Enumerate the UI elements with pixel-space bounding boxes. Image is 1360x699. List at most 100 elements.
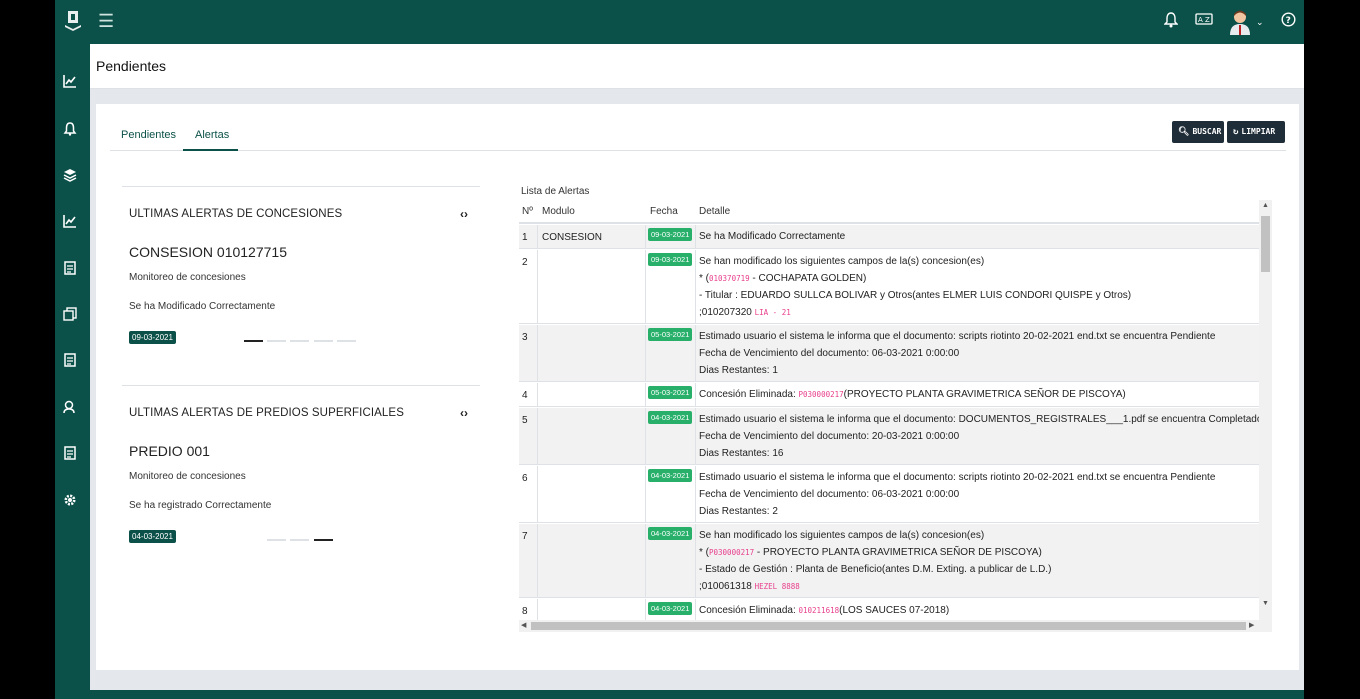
detail-text: Estimado usuario el sistema le informa q…	[699, 331, 1216, 342]
panel-date-badge: 09-03-2021	[129, 331, 176, 344]
scrollbar-thumb[interactable]	[1261, 216, 1270, 272]
detail-text: Dias Restantes: 2	[699, 506, 778, 517]
clear-button[interactable]: ↻ LIMPIAR	[1227, 121, 1285, 143]
detail-text: - Estado de Gestión : Planta de Benefici…	[699, 564, 1052, 575]
table-header: Nº Modulo Fecha Detalle	[519, 200, 1259, 224]
cell-no: 2	[519, 250, 538, 323]
cell-no: 3	[519, 325, 538, 381]
svg-text:A: A	[1198, 16, 1203, 24]
cell-detail: Concesión Eliminada: P030000217(PROYECTO…	[696, 383, 1259, 406]
search-button[interactable]: 🔍︎ BUSCAR	[1172, 121, 1224, 143]
concesiones-alert-panel: ULTIMAS ALERTAS DE CONCESIONES ‹› CONSES…	[122, 186, 480, 385]
detail-line: Se ha Modificado Correctamente	[699, 230, 1259, 247]
table-row[interactable]: 1 CONSESION 09-03-2021 Se ha Modificado Cor…	[519, 225, 1259, 249]
main-content: Pendientes Pendientes Alertas 🔍︎ BUSCAR ↻…	[90, 44, 1304, 699]
panel-date-badge: 04-03-2021	[129, 530, 176, 543]
top-bar: ☰ A Z ⌄ ?	[55, 0, 1304, 44]
table-row[interactable]: 5 04-03-2021 Estimado usuario el sistema l…	[519, 408, 1259, 465]
cell-no: 1	[519, 225, 538, 248]
gear-icon[interactable]	[63, 493, 77, 507]
table-row[interactable]: 3 05-03-2021 Estimado usuario el sistema l…	[519, 325, 1259, 382]
user-avatar-icon[interactable]	[1229, 9, 1251, 35]
scroll-left-icon[interactable]: ◀	[521, 621, 526, 629]
column-header-detail: Detalle	[699, 206, 731, 217]
cell-no: 7	[519, 524, 538, 597]
concession-code: LIA - 21	[754, 308, 791, 317]
hamburger-icon[interactable]: ☰	[98, 11, 114, 31]
chart-icon[interactable]	[63, 214, 77, 228]
cell-detail: Se ha Modificado Correctamente	[696, 225, 1259, 248]
bell-icon[interactable]	[1164, 12, 1178, 28]
svg-text:?: ?	[1286, 16, 1291, 26]
cell-date: 09-03-2021	[646, 250, 696, 323]
date-badge: 09-03-2021	[648, 253, 693, 266]
carousel-dot-active[interactable]	[314, 539, 333, 541]
detail-text: ;010061318	[699, 581, 755, 592]
table-row[interactable]: 4 05-03-2021 Concesión Eliminada: P0300002…	[519, 383, 1259, 407]
scrollbar-thumb[interactable]	[531, 622, 1246, 630]
detail-line: Fecha de Vencimiento del documento: 06-0…	[699, 488, 1259, 505]
cell-module	[538, 325, 646, 381]
chart-icon[interactable]	[63, 74, 77, 88]
detail-line: - Estado de Gestión : Planta de Benefici…	[699, 563, 1259, 580]
table-row[interactable]: 6 04-03-2021 Estimado usuario el sistema l…	[519, 466, 1259, 523]
vertical-scrollbar[interactable]: ▲ ▼	[1259, 200, 1272, 620]
cell-date: 09-03-2021	[646, 225, 696, 248]
tab-alertas[interactable]: Alertas	[195, 129, 229, 141]
cell-no: 4	[519, 383, 538, 406]
scroll-up-icon[interactable]: ▲	[1262, 202, 1269, 209]
detail-line: Dias Restantes: 16	[699, 447, 1259, 464]
carousel-dot-active[interactable]	[244, 340, 263, 342]
column-header-date: Fecha	[650, 206, 678, 217]
date-badge: 05-03-2021	[648, 328, 693, 341]
horizontal-scrollbar[interactable]: ◀ ▶	[519, 620, 1272, 632]
carousel-dot[interactable]	[337, 340, 356, 342]
document-icon[interactable]	[63, 353, 77, 367]
layers-icon[interactable]	[63, 168, 77, 182]
panel-item-name: CONSESION 010127715	[129, 244, 287, 260]
scroll-right-icon[interactable]: ▶	[1249, 621, 1254, 629]
cell-detail: Se han modificado los siguientes campos …	[696, 524, 1259, 597]
column-header-module: Modulo	[542, 206, 575, 217]
detail-text: Estimado usuario el sistema le informa q…	[699, 414, 1259, 425]
table-row[interactable]: 2 09-03-2021 Se han modificado los siguien…	[519, 250, 1259, 324]
detail-line: Dias Restantes: 1	[699, 364, 1259, 381]
chevron-down-icon[interactable]: ⌄	[1256, 14, 1264, 30]
carousel-dot[interactable]	[267, 340, 286, 342]
tab-bar: Pendientes Alertas	[110, 124, 1286, 151]
carousel-nav-icon[interactable]: ‹›	[460, 207, 468, 221]
translate-icon[interactable]: A Z	[1195, 12, 1213, 26]
copy-icon[interactable]	[63, 307, 77, 321]
detail-text: * (	[699, 547, 709, 558]
table-row[interactable]: 7 04-03-2021 Se han modificado los siguien…	[519, 524, 1259, 598]
help-icon[interactable]: ?	[1281, 12, 1296, 27]
carousel-nav-icon[interactable]: ‹›	[460, 406, 468, 420]
panel-item-message: Se ha Modificado Correctamente	[129, 301, 276, 312]
cell-date: 04-03-2021	[646, 466, 696, 522]
user-search-icon[interactable]	[63, 400, 77, 414]
bell-icon[interactable]	[63, 122, 77, 136]
scroll-down-icon[interactable]: ▼	[1262, 600, 1269, 607]
shield-logo-icon[interactable]	[64, 11, 82, 33]
cell-date: 04-03-2021	[646, 408, 696, 464]
concession-code: P030000217	[709, 548, 755, 557]
document-icon[interactable]	[63, 446, 77, 460]
panel-item-subtitle: Monitoreo de concesiones	[129, 471, 246, 482]
active-tab-indicator	[183, 149, 238, 151]
date-badge: 05-03-2021	[648, 386, 693, 399]
carousel-dot[interactable]	[290, 539, 309, 541]
concession-code: P030000217	[798, 390, 844, 399]
detail-text: - PROYECTO PLANTA GRAVIMETRICA SEÑOR DE …	[754, 547, 1042, 558]
detail-text: Se han modificado los siguientes campos …	[699, 530, 985, 541]
detail-line: Concesión Eliminada: 010211618(LOS SAUCE…	[699, 604, 1259, 621]
carousel-dot[interactable]	[267, 539, 286, 541]
document-icon[interactable]	[63, 261, 77, 275]
date-badge: 04-03-2021	[648, 527, 693, 540]
cell-module: CONSESION	[538, 225, 646, 248]
detail-text: Se ha Modificado Correctamente	[699, 231, 846, 242]
alerts-table-caption: Lista de Alertas	[521, 186, 590, 197]
tab-pendientes[interactable]: Pendientes	[121, 129, 176, 141]
carousel-dot[interactable]	[314, 340, 333, 342]
carousel-dot[interactable]	[290, 340, 309, 342]
detail-text: Concesión Eliminada:	[699, 605, 799, 616]
